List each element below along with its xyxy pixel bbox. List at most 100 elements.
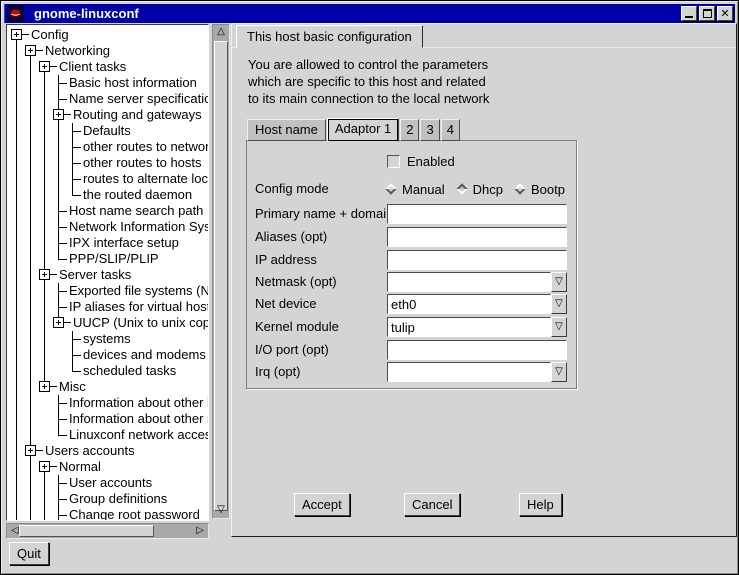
tree-item-uucp-unix-to-unix-copy[interactable]: UUCP (Unix to unix copy)	[11, 315, 208, 331]
accept-button[interactable]: Accept	[294, 493, 350, 516]
tab-4[interactable]: 4	[441, 119, 460, 141]
tab-host-name[interactable]: Host name	[247, 119, 326, 141]
tree-item-routing-and-gateways[interactable]: Routing and gateways	[11, 107, 208, 123]
tree-item-the-routed-daemon[interactable]: the routed daemon	[11, 187, 208, 203]
tree-item-group-definitions[interactable]: Group definitions	[11, 491, 208, 507]
tree-item-config[interactable]: Config	[11, 27, 208, 43]
input-kernel-module[interactable]	[387, 317, 551, 337]
tree-item-networking[interactable]: Networking	[11, 43, 208, 59]
combo-arrow-icon[interactable]: ▽	[551, 272, 567, 292]
input-primary-name-domain[interactable]	[387, 204, 567, 224]
tree-item-server-tasks[interactable]: Server tasks	[11, 267, 208, 283]
tree-item-exported-file-systems-nfs[interactable]: Exported file systems (NFS)	[11, 283, 208, 299]
radio-bootp[interactable]: Bootp	[516, 182, 565, 197]
tree-item-users-accounts[interactable]: Users accounts	[11, 443, 208, 459]
tab-this-host-basic-configuration[interactable]: This host basic configuration	[236, 25, 423, 48]
tab-3[interactable]: 3	[420, 119, 439, 141]
description-text: You are allowed to control the parameter…	[248, 56, 489, 107]
horizontal-scrollbar[interactable]: ◁ ▷	[6, 523, 209, 539]
cancel-button[interactable]: Cancel	[404, 493, 460, 516]
vertical-scrollbar[interactable]: △ ▽	[212, 24, 230, 519]
tree-guide	[53, 347, 67, 363]
tree-item-other-routes-to-networks[interactable]: other routes to networks	[11, 139, 208, 155]
input-aliases-opt[interactable]	[387, 227, 567, 247]
combo-arrow-icon[interactable]: ▽	[551, 317, 567, 337]
vertical-scrollbar-thumb[interactable]	[214, 41, 228, 511]
tree-item-scheduled-tasks[interactable]: scheduled tasks	[11, 363, 208, 379]
tree-item-change-root-password[interactable]: Change root password	[11, 507, 208, 521]
tree-item-user-accounts[interactable]: User accounts	[11, 475, 208, 491]
tree-guide	[25, 267, 39, 283]
tree-expander-icon[interactable]	[53, 315, 71, 331]
tree-expander-icon[interactable]	[25, 43, 43, 59]
tree-guide	[25, 59, 39, 75]
help-button[interactable]: Help	[519, 493, 562, 516]
tree-guide	[25, 219, 39, 235]
tree-item-linuxconf-network-access[interactable]: Linuxconf network access	[11, 427, 208, 443]
radio-manual[interactable]: Manual	[387, 182, 445, 197]
tree-item-systems[interactable]: systems	[11, 331, 208, 347]
tree-guide	[39, 491, 53, 507]
tree-expander-icon[interactable]	[39, 379, 57, 395]
horizontal-scrollbar-thumb[interactable]	[19, 525, 154, 537]
tree-expander-icon[interactable]	[53, 107, 71, 123]
tree-item-information-about-other-netw[interactable]: Information about other netw	[11, 411, 208, 427]
tree-item-network-information-system[interactable]: Network Information System	[11, 219, 208, 235]
combo-arrow-icon[interactable]: ▽	[551, 362, 567, 382]
tree-connector	[53, 475, 67, 491]
tree-item-name-server-specification[interactable]: Name server specification (	[11, 91, 208, 107]
minimize-icon[interactable]	[681, 6, 697, 21]
field-label: IP address	[255, 250, 317, 270]
tree-item-client-tasks[interactable]: Client tasks	[11, 59, 208, 75]
tree-item-ip-aliases-for-virtual-hosts[interactable]: IP aliases for virtual hosts	[11, 299, 208, 315]
window-controls: ✕	[679, 6, 733, 21]
tree-item-devices-and-modems[interactable]: devices and modems	[11, 347, 208, 363]
tree-item-label: Linuxconf network access	[67, 427, 209, 443]
tree-guide	[39, 299, 53, 315]
tree-item-label: Network Information System	[67, 219, 209, 235]
tab-adaptor-1[interactable]: Adaptor 1	[327, 118, 399, 142]
input-ip-address[interactable]	[387, 250, 567, 270]
tree-item-host-name-search-path[interactable]: Host name search path	[11, 203, 208, 219]
tree-guide	[53, 139, 67, 155]
tree-item-ppp-slip-plip[interactable]: PPP/SLIP/PLIP	[11, 251, 208, 267]
tree-guide	[53, 363, 67, 379]
tree-item-label: Basic host information	[67, 75, 197, 91]
scroll-up-icon[interactable]: △	[213, 25, 229, 39]
input-netmask-opt[interactable]	[387, 272, 551, 292]
tree-item-ipx-interface-setup[interactable]: IPX interface setup	[11, 235, 208, 251]
tree-expander-icon[interactable]	[25, 443, 43, 459]
tree-guide	[11, 315, 25, 331]
input-i-o-port-opt[interactable]	[387, 340, 567, 360]
scroll-down-icon[interactable]: ▽	[213, 503, 229, 517]
input-irq-opt[interactable]	[387, 362, 551, 382]
tree-item-defaults[interactable]: Defaults	[11, 123, 208, 139]
scroll-right-icon[interactable]: ▷	[192, 524, 208, 538]
tree-item-misc[interactable]: Misc	[11, 379, 208, 395]
tree-item-label: scheduled tasks	[81, 363, 176, 379]
tree-item-other-routes-to-hosts[interactable]: other routes to hosts	[11, 155, 208, 171]
tree-item-routes-to-alternate-local-ne[interactable]: routes to alternate local ne	[11, 171, 208, 187]
maximize-icon[interactable]	[699, 6, 715, 21]
tree-expander-icon[interactable]	[11, 27, 29, 43]
tree-guide	[39, 91, 53, 107]
red-hat-icon[interactable]	[7, 5, 24, 22]
tree-expander-icon[interactable]	[39, 267, 57, 283]
tree-item-label: Config	[29, 27, 69, 43]
tree-item-information-about-other-host[interactable]: Information about other host	[11, 395, 208, 411]
tree-expander-icon[interactable]	[39, 59, 57, 75]
enabled-checkbox[interactable]	[387, 155, 400, 168]
radio-dhcp[interactable]: Dhcp	[458, 182, 503, 197]
close-icon[interactable]: ✕	[717, 6, 733, 21]
quit-button[interactable]: Quit	[9, 542, 49, 565]
tree-expander-icon[interactable]	[39, 459, 57, 475]
input-net-device[interactable]	[387, 294, 551, 314]
tree-guide	[11, 91, 25, 107]
combo-arrow-icon[interactable]: ▽	[551, 294, 567, 314]
field-label: Irq (opt)	[255, 362, 301, 382]
tree-item-normal[interactable]: Normal	[11, 459, 208, 475]
tree-guide	[39, 171, 53, 187]
tree-guide	[11, 299, 25, 315]
tab-2[interactable]: 2	[400, 119, 419, 141]
tree-item-basic-host-information[interactable]: Basic host information	[11, 75, 208, 91]
